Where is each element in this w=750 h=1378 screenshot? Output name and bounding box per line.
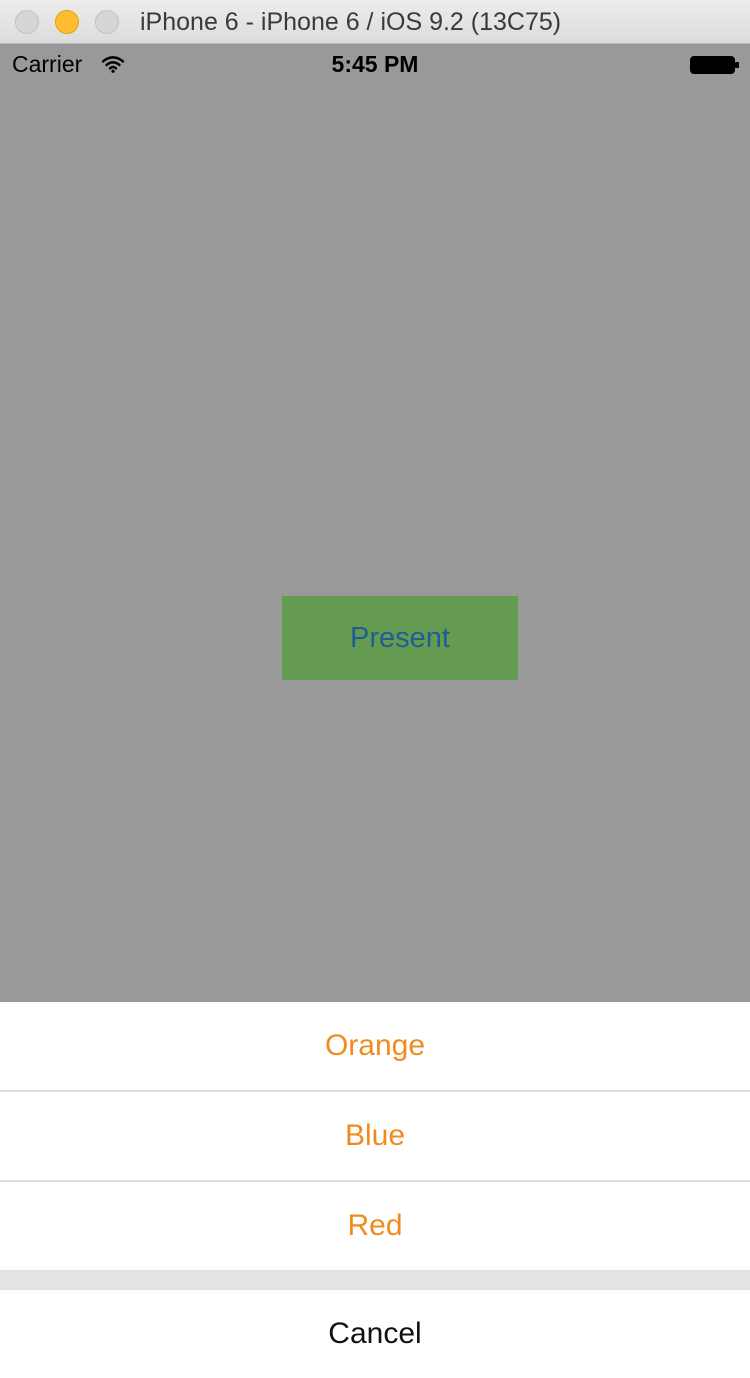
close-window-button[interactable]: [15, 10, 39, 34]
battery-icon: [690, 56, 739, 74]
minimize-window-button[interactable]: [55, 10, 79, 34]
status-time: 5:45 PM: [331, 51, 419, 77]
action-sheet-option-blue[interactable]: Blue: [0, 1092, 750, 1180]
present-button[interactable]: Present: [282, 596, 518, 680]
window-title: iPhone 6 - iPhone 6 / iOS 9.2 (13C75): [140, 8, 562, 36]
ios-simulator-window: iPhone 6 - iPhone 6 / iOS 9.2 (13C75) Ca…: [0, 0, 750, 1378]
ios-status-bar: Carrier 5:45 PM: [0, 44, 750, 86]
action-sheet-cancel-button[interactable]: Cancel: [0, 1290, 750, 1378]
action-sheet: Orange Blue Red Cancel: [0, 1002, 750, 1378]
action-sheet-option-red[interactable]: Red: [0, 1182, 750, 1270]
action-sheet-option-orange[interactable]: Orange: [0, 1002, 750, 1090]
window-titlebar: iPhone 6 - iPhone 6 / iOS 9.2 (13C75): [0, 0, 750, 44]
zoom-window-button[interactable]: [95, 10, 119, 34]
